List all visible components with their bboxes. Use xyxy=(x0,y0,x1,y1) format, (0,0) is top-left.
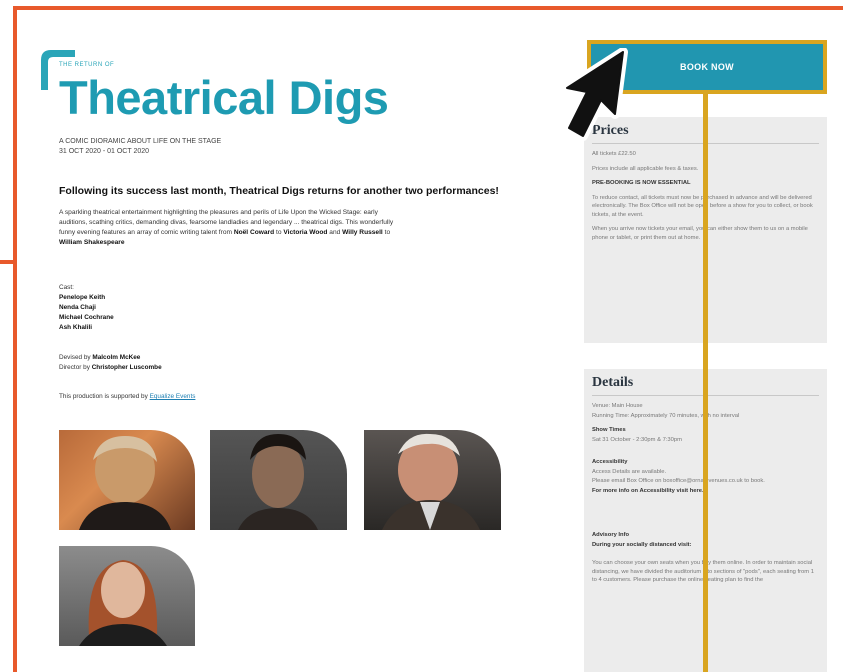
writer-name: Noël Coward xyxy=(233,229,275,236)
writer-name: William Shakespeare xyxy=(59,239,125,246)
cast-member: Michael Cochrane xyxy=(59,314,114,321)
description-line: A sparkling theatrical entertainment hig… xyxy=(59,209,378,216)
cast-member: Ash Khalili xyxy=(59,324,93,331)
cast-member: Nenda Chaji xyxy=(59,304,96,311)
portrait-older-man-image xyxy=(382,433,480,530)
mouse-pointer-icon xyxy=(562,48,628,141)
writer-name: Willy Russell xyxy=(342,229,383,236)
credits: Devised by Malcolm McKee Director by Chr… xyxy=(59,353,162,373)
page-subtitle: A COMIC DIORAMIC ABOUT LIFE ON THE STAGE… xyxy=(59,137,221,157)
cast-list: Cast: Penelope Keith Nenda Chaji Michael… xyxy=(59,283,114,333)
cast-photo xyxy=(59,430,195,530)
event-page: THE RETURN OF Theatrical Digs A COMIC DI… xyxy=(17,10,843,672)
devised-credit: Devised by Malcolm McKee xyxy=(59,354,141,361)
portrait-man-image xyxy=(238,434,318,530)
description-line: funny evening features an array of comic… xyxy=(59,229,391,236)
cast-label: Cast: xyxy=(59,284,74,291)
writer-name: Victoria Wood xyxy=(283,229,328,236)
cast-photo xyxy=(59,546,195,646)
subtitle-tagline: A COMIC DIORAMIC ABOUT LIFE ON THE STAGE xyxy=(59,138,222,145)
cast-photo xyxy=(364,430,501,530)
supporter-link[interactable]: Equalize Events xyxy=(150,393,196,400)
cast-photo xyxy=(210,430,347,530)
highlight-frame-stub xyxy=(0,260,15,264)
support-note: This production is supported by Equalize… xyxy=(59,393,196,400)
lead-paragraph: Following its success last month, Theatr… xyxy=(59,185,499,197)
page-title: Theatrical Digs xyxy=(59,71,389,124)
description-paragraph: A sparkling theatrical entertainment hig… xyxy=(59,208,499,248)
cast-member: Penelope Keith xyxy=(59,294,106,301)
director-credit: Director by Christopher Luscombe xyxy=(59,364,162,371)
subtitle-dates: 31 OCT 2020 - 01 OCT 2020 xyxy=(59,148,150,155)
description-line: auditions, scathing critics, demanding d… xyxy=(59,219,394,226)
title-kicker: THE RETURN OF xyxy=(59,62,115,68)
highlight-connector-line xyxy=(703,94,708,672)
description-line: William Shakespeare xyxy=(59,238,499,248)
portrait-red-hair-woman-image xyxy=(79,560,167,646)
portrait-woman-image xyxy=(79,436,171,530)
